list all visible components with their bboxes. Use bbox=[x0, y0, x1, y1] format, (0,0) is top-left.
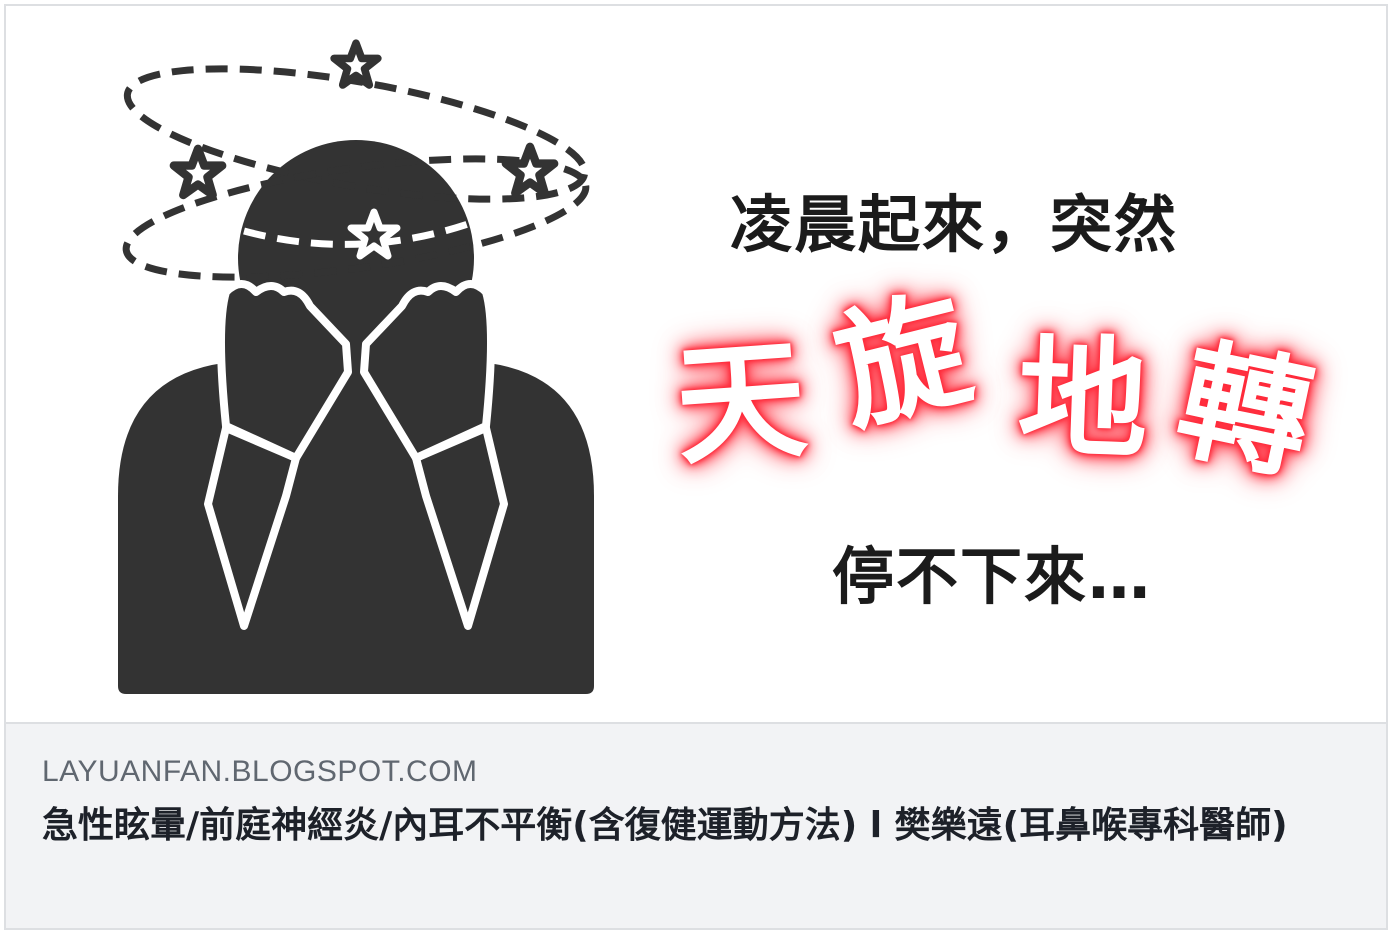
link-preview-image[interactable]: 凌晨起來，突然 天 旋 地 轉 停不下來… bbox=[6, 6, 1386, 722]
highlight-char-1: 天 bbox=[670, 322, 812, 484]
link-domain: LAYUANFAN.BLOGSPOT.COM bbox=[42, 755, 478, 788]
link-preview-card[interactable]: 凌晨起來，突然 天 旋 地 轉 停不下來… LAYUANFAN.BLOGSPOT… bbox=[4, 4, 1388, 930]
highlight-char-2: 旋 bbox=[821, 271, 985, 451]
dizzy-person-icon bbox=[118, 39, 594, 694]
link-preview-meta[interactable]: LAYUANFAN.BLOGSPOT.COM 急性眩暈/前庭神經炎/內耳不平衡(… bbox=[6, 722, 1386, 928]
image-caption-highlight: 天 旋 地 轉 bbox=[656, 271, 1356, 499]
highlight-char-4: 轉 bbox=[1165, 323, 1325, 499]
image-caption-line3: 停不下來… bbox=[832, 540, 1153, 613]
image-caption-line1: 凌晨起來，突然 bbox=[730, 188, 1179, 261]
link-title[interactable]: 急性眩暈/前庭神經炎/內耳不平衡(含復健運動方法) l 樊樂遠(耳鼻喉專科醫師) bbox=[42, 802, 1352, 850]
highlight-char-3: 地 bbox=[1015, 320, 1151, 478]
